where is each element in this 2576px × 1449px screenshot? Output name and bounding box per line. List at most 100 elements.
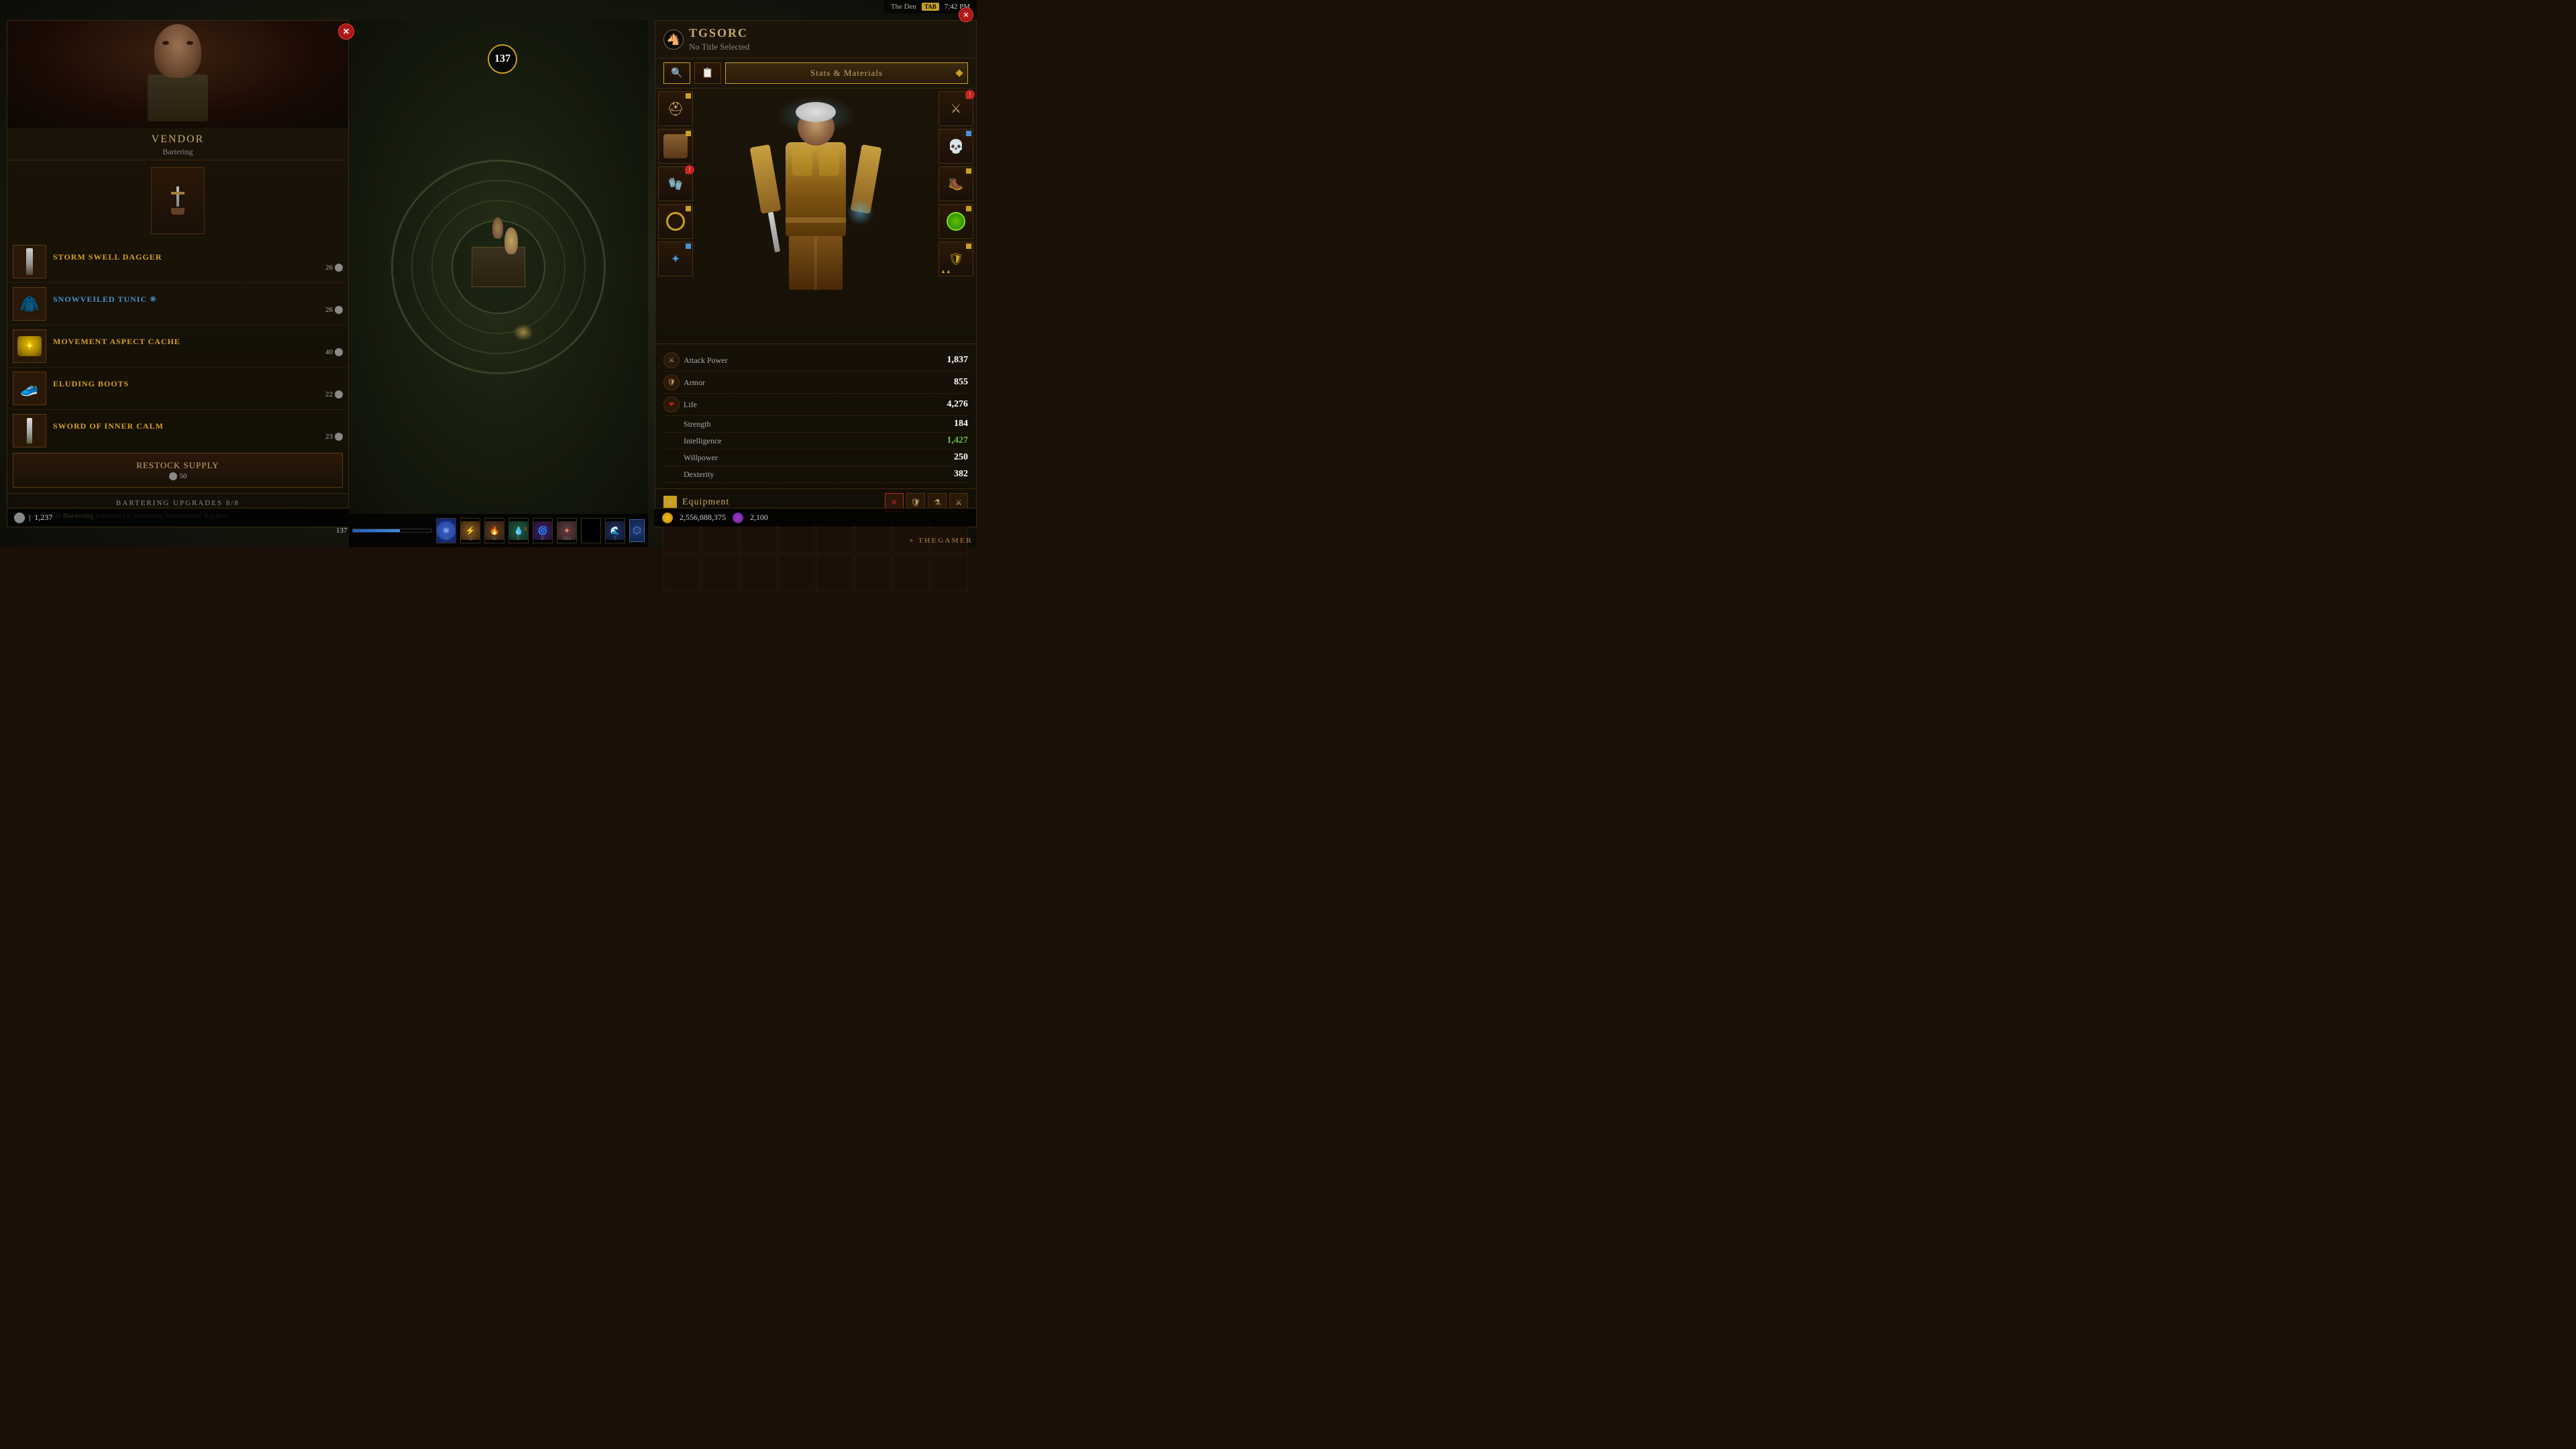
charge-badge: 3 — [524, 526, 527, 532]
gold-amount: 2,556,888,375 — [680, 513, 726, 523]
list-item[interactable]: STORM SWELL DAGGER 26 — [7, 241, 348, 283]
game-background: The Den TAB 7:42 PM ✕ — [0, 0, 977, 547]
vendor-portrait — [7, 21, 348, 128]
vendor-currency-bar: | 1,237 — [7, 508, 350, 527]
item-cost: 40 — [53, 348, 343, 356]
watermark-label: ✦ THEGAMER — [909, 537, 973, 545]
skill-slot-8[interactable]: 🌊 T — [605, 518, 625, 543]
equip-slot-pants[interactable]: 💀 — [938, 129, 973, 164]
rarity-indicator — [686, 131, 691, 136]
item-cost: 26 — [53, 306, 343, 314]
rarity-indicator — [966, 131, 971, 136]
char-title-status: No Title Selected — [689, 42, 749, 52]
bottom-action-bar: 137 ❄ Z ⚡ Q 🔥 W 💧 E 3 🌀 R ✦ M4 — [349, 514, 648, 547]
char-header: 137 🐴 TGSORC No Title Selected — [655, 21, 976, 58]
grid-slot[interactable] — [816, 554, 853, 591]
list-item[interactable]: 🧥 SNOWVEILED TUNIC ✳ 26 — [7, 283, 348, 325]
dexterity-value: 382 — [954, 469, 968, 480]
head-icon: ⛑ — [667, 101, 684, 117]
key-hint-1: Z — [445, 535, 448, 541]
skill-slot-7[interactable] — [581, 518, 601, 543]
skill-slot-5[interactable]: 🌀 R — [533, 518, 553, 543]
stats-materials-button[interactable]: Stats & Materials — [725, 62, 968, 84]
grid-slot[interactable] — [931, 554, 968, 591]
skill-slot-2[interactable]: ⚡ Q — [460, 518, 480, 543]
skill-slot-4[interactable]: 💧 E 3 — [508, 518, 529, 543]
chest-icon — [663, 134, 688, 158]
item-cost: 22 — [53, 390, 343, 398]
char-panel-close-button[interactable]: ✕ — [959, 7, 973, 22]
life-value: 4,276 — [947, 399, 969, 410]
item-name: SWORD OF INNER CALM — [53, 421, 343, 431]
skill-slot-3[interactable]: 🔥 W — [484, 518, 504, 543]
restock-coin-icon — [169, 472, 177, 480]
equip-slot-gloves[interactable]: 🧤 ! — [658, 166, 693, 201]
equipment-title: Equipment — [682, 497, 729, 508]
intelligence-value: 1,427 — [947, 435, 969, 446]
equipment-icon: ⚔ — [663, 496, 677, 509]
equip-slot-ring-2[interactable]: ✦ — [658, 241, 693, 276]
item-name: STORM SWELL DAGGER — [53, 252, 343, 262]
skill-slot-6[interactable]: ✦ M4 — [557, 518, 577, 543]
willpower-label: Willpower — [663, 453, 954, 463]
vendor-close-button[interactable]: ✕ — [338, 23, 354, 40]
town-portal-button[interactable]: ⬡ — [629, 519, 645, 542]
equip-slots-left: ⛑ 🧤 ! — [655, 89, 696, 343]
currency-amount: | — [29, 513, 30, 523]
grid-slot[interactable] — [778, 554, 815, 591]
grid-slot[interactable] — [740, 554, 777, 591]
upgrade-badge: ! — [965, 90, 975, 99]
grid-slot[interactable] — [702, 554, 739, 591]
equip-slot-head[interactable]: ⛑ — [658, 91, 693, 126]
equip-slot-ring-1[interactable] — [658, 204, 693, 239]
item-details: SNOWVEILED TUNIC ✳ 26 — [53, 294, 343, 314]
aspect-cache-icon: ✦ — [17, 336, 42, 356]
items-list[interactable]: STORM SWELL DAGGER 26 🧥 SNOWVEILED TUNIC… — [7, 241, 348, 447]
skull-icon: 💀 — [948, 138, 965, 155]
slot-indicator: ▲▲ — [941, 268, 951, 274]
armor-icon: 🛡 — [663, 374, 680, 390]
list-item[interactable]: ✦ MOVEMENT ASPECT CACHE 40 — [7, 325, 348, 368]
weapon-icon: ⚔ — [951, 102, 961, 116]
restock-supply-button[interactable]: Restock Supply 50 — [13, 453, 343, 488]
armor-value: 855 — [954, 377, 968, 388]
key-hint-5: R — [541, 535, 544, 541]
stats-section: ⚔ Attack Power 1,837 🛡 Armor 855 ❤ Life — [655, 343, 976, 488]
grid-slot[interactable] — [855, 554, 892, 591]
upgrade-badge: ! — [685, 165, 694, 174]
rarity-indicator — [686, 93, 691, 99]
equip-slot-chest[interactable] — [658, 129, 693, 164]
coin-icon — [335, 264, 343, 272]
rarity-indicator — [686, 206, 691, 211]
item-details: STORM SWELL DAGGER 26 — [53, 252, 343, 272]
equip-slot-weapon[interactable]: ⚔ ! — [938, 91, 973, 126]
essence-icon — [733, 513, 743, 523]
gloves-icon: 🧤 — [668, 177, 683, 191]
key-hint-6: M4 — [563, 535, 570, 541]
grid-slot[interactable] — [893, 554, 930, 591]
char-tabs: 🔍 📋 Stats & Materials — [655, 58, 976, 89]
item-cost: 26 — [53, 264, 343, 272]
equip-slot-boots[interactable]: 🥾 — [938, 166, 973, 201]
equip-slot-offhand[interactable]: 🛡 ▲▲ — [938, 241, 973, 276]
attack-power-icon: ⚔ — [663, 352, 680, 368]
stats-materials-label: Stats & Materials — [810, 68, 883, 78]
vendor-weapon-area — [7, 160, 348, 241]
list-item[interactable]: SWORD OF INNER CALM 23 — [7, 410, 348, 447]
list-item[interactable]: 👟 ELUDING BOOTS 22 — [7, 368, 348, 410]
tab-search[interactable]: 🔍 — [663, 62, 690, 84]
skill-slot-1[interactable]: ❄ Z — [436, 518, 456, 543]
equip-slot-amulet[interactable] — [938, 204, 973, 239]
coin-icon — [335, 306, 343, 314]
tab-book[interactable]: 📋 — [694, 62, 721, 84]
gold-icon — [662, 513, 673, 523]
dexterity-label: Dexterity — [663, 470, 954, 480]
offhand-icon: 🛡 — [949, 252, 964, 266]
willpower-value: 250 — [954, 452, 968, 463]
tab-badge: TAB — [922, 3, 939, 11]
vendor-weapon-icon — [151, 167, 205, 234]
item-details: MOVEMENT ASPECT CACHE 40 — [53, 337, 343, 356]
boots-icon: 🥾 — [949, 177, 963, 191]
grid-slot[interactable] — [663, 554, 700, 591]
item-icon: ✦ — [13, 329, 46, 363]
